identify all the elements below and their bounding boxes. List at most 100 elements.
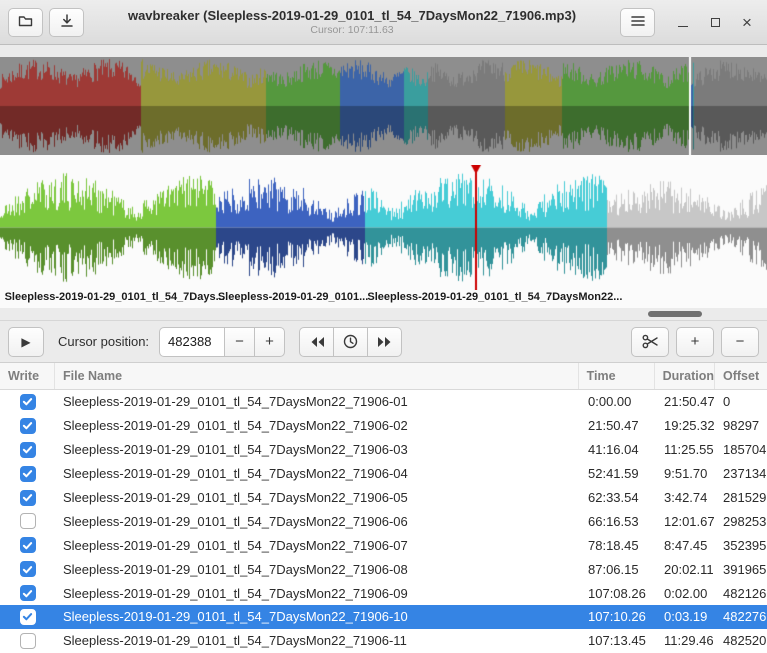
track-offset: 482276 (715, 609, 767, 624)
table-row[interactable]: Sleepless-2019-01-29_0101_tl_54_7DaysMon… (0, 438, 767, 462)
table-row[interactable]: Sleepless-2019-01-29_0101_tl_54_7DaysMon… (0, 486, 767, 510)
track-time: 107:10.26 (580, 609, 656, 624)
plus-icon: + (691, 333, 700, 350)
track-filename: Sleepless-2019-01-29_0101_tl_54_7DaysMon… (55, 514, 580, 529)
cursor-position-input[interactable] (159, 327, 225, 357)
detail-waveform[interactable] (0, 165, 767, 290)
track-duration: 21:50.47 (656, 394, 715, 409)
track-offset: 237134 (715, 466, 767, 481)
table-header: Write File Name Time Duration Offset (0, 363, 767, 390)
write-checkbox[interactable] (20, 609, 36, 625)
write-checkbox[interactable] (20, 490, 36, 506)
table-row[interactable]: Sleepless-2019-01-29_0101_tl_54_7DaysMon… (0, 390, 767, 414)
table-row[interactable]: Sleepless-2019-01-29_0101_tl_54_7DaysMon… (0, 509, 767, 533)
write-checkbox[interactable] (20, 394, 36, 410)
menu-button[interactable] (620, 8, 655, 37)
track-time: 62:33.54 (580, 490, 656, 505)
track-time: 78:18.45 (580, 538, 656, 553)
write-checkbox[interactable] (20, 585, 36, 601)
cursor-increment-button[interactable]: + (254, 327, 285, 357)
save-icon (59, 13, 75, 32)
auto-split-button[interactable] (631, 327, 669, 357)
minus-icon: − (736, 333, 745, 350)
column-header-offset[interactable]: Offset (715, 363, 767, 389)
write-checkbox[interactable] (20, 418, 36, 434)
track-duration: 0:02.00 (656, 586, 715, 601)
write-checkbox[interactable] (20, 633, 36, 649)
segment-label: Sleepless-2019-01-29_0101_tl_54_7DaysMon… (367, 291, 622, 303)
track-duration: 20:02.11 (656, 562, 715, 577)
jump-to-time-button[interactable] (333, 327, 368, 357)
track-time: 107:13.45 (580, 633, 656, 648)
column-header-filename[interactable]: File Name (55, 363, 579, 389)
track-time: 0:00.00 (580, 394, 656, 409)
play-icon: ▶ (21, 335, 30, 349)
table-row[interactable]: Sleepless-2019-01-29_0101_tl_54_7DaysMon… (0, 557, 767, 581)
scissors-icon (642, 334, 659, 349)
waveform-scrollbar[interactable] (0, 308, 767, 320)
track-time: 21:50.47 (580, 418, 656, 433)
track-offset: 352395 (715, 538, 767, 553)
track-duration: 9:51.70 (656, 466, 715, 481)
close-button[interactable]: × (735, 10, 759, 34)
track-time: 66:16.53 (580, 514, 656, 529)
segment-label: Sleepless-2019-01-29_0101_tl_54_7Days... (5, 291, 225, 303)
table-row[interactable]: Sleepless-2019-01-29_0101_tl_54_7DaysMon… (0, 581, 767, 605)
track-filename: Sleepless-2019-01-29_0101_tl_54_7DaysMon… (55, 609, 580, 624)
remove-break-button[interactable]: − (721, 327, 759, 357)
track-time: 107:08.26 (580, 586, 656, 601)
hamburger-menu-icon (631, 15, 645, 30)
write-checkbox[interactable] (20, 561, 36, 577)
column-header-time[interactable]: Time (579, 363, 655, 389)
track-offset: 298253 (715, 514, 767, 529)
track-offset: 391965 (715, 562, 767, 577)
table-row[interactable]: Sleepless-2019-01-29_0101_tl_54_7DaysMon… (0, 414, 767, 438)
clock-icon (343, 334, 358, 349)
overview-waveform[interactable] (0, 57, 767, 155)
track-filename: Sleepless-2019-01-29_0101_tl_54_7DaysMon… (55, 586, 580, 601)
track-filename: Sleepless-2019-01-29_0101_tl_54_7DaysMon… (55, 466, 580, 481)
detail-section: Sleepless-2019-01-29_0101_tl_54_7Days...… (0, 155, 767, 308)
write-checkbox[interactable] (20, 442, 36, 458)
table-row[interactable]: Sleepless-2019-01-29_0101_tl_54_7DaysMon… (0, 629, 767, 653)
track-duration: 11:25.55 (656, 442, 715, 457)
window-title: wavbreaker (Sleepless-2019-01-29_0101_tl… (90, 8, 614, 24)
maximize-button[interactable] (703, 10, 727, 34)
track-duration: 3:42.74 (656, 490, 715, 505)
track-time: 87:06.15 (580, 562, 656, 577)
track-filename: Sleepless-2019-01-29_0101_tl_54_7DaysMon… (55, 418, 580, 433)
table-row[interactable]: Sleepless-2019-01-29_0101_tl_54_7DaysMon… (0, 605, 767, 629)
cursor-readout: Cursor: 107:11.63 (90, 24, 614, 37)
table-row[interactable]: Sleepless-2019-01-29_0101_tl_54_7DaysMon… (0, 533, 767, 557)
track-filename: Sleepless-2019-01-29_0101_tl_54_7DaysMon… (55, 442, 580, 457)
track-filename: Sleepless-2019-01-29_0101_tl_54_7DaysMon… (55, 490, 580, 505)
scrollbar-handle[interactable] (648, 311, 702, 317)
save-parts-button[interactable] (49, 8, 84, 37)
track-filename: Sleepless-2019-01-29_0101_tl_54_7DaysMon… (55, 394, 580, 409)
table-row[interactable]: Sleepless-2019-01-29_0101_tl_54_7DaysMon… (0, 462, 767, 486)
track-duration: 8:47.45 (656, 538, 715, 553)
write-checkbox[interactable] (20, 537, 36, 553)
seek-backward-button[interactable] (299, 327, 334, 357)
open-file-button[interactable] (8, 8, 43, 37)
track-offset: 482126 (715, 586, 767, 601)
track-time: 41:16.04 (580, 442, 656, 457)
track-time: 52:41.59 (580, 466, 656, 481)
column-header-duration[interactable]: Duration (655, 363, 715, 389)
minimize-button[interactable] (671, 10, 695, 34)
track-offset: 281529 (715, 490, 767, 505)
cursor-decrement-button[interactable]: − (224, 327, 255, 357)
track-duration: 0:03.19 (656, 609, 715, 624)
seek-forward-button[interactable] (367, 327, 402, 357)
write-checkbox[interactable] (20, 513, 36, 529)
add-break-button[interactable]: + (676, 327, 714, 357)
column-header-write[interactable]: Write (0, 363, 55, 389)
close-icon: × (742, 14, 752, 31)
segment-label: Sleepless-2019-01-29_0101... (218, 291, 368, 303)
write-checkbox[interactable] (20, 466, 36, 482)
play-button[interactable]: ▶ (8, 327, 44, 357)
track-duration: 11:29.46 (656, 633, 715, 648)
track-duration: 19:25.32 (656, 418, 715, 433)
seek-forward-icon (377, 336, 393, 348)
maximize-icon (711, 18, 720, 27)
